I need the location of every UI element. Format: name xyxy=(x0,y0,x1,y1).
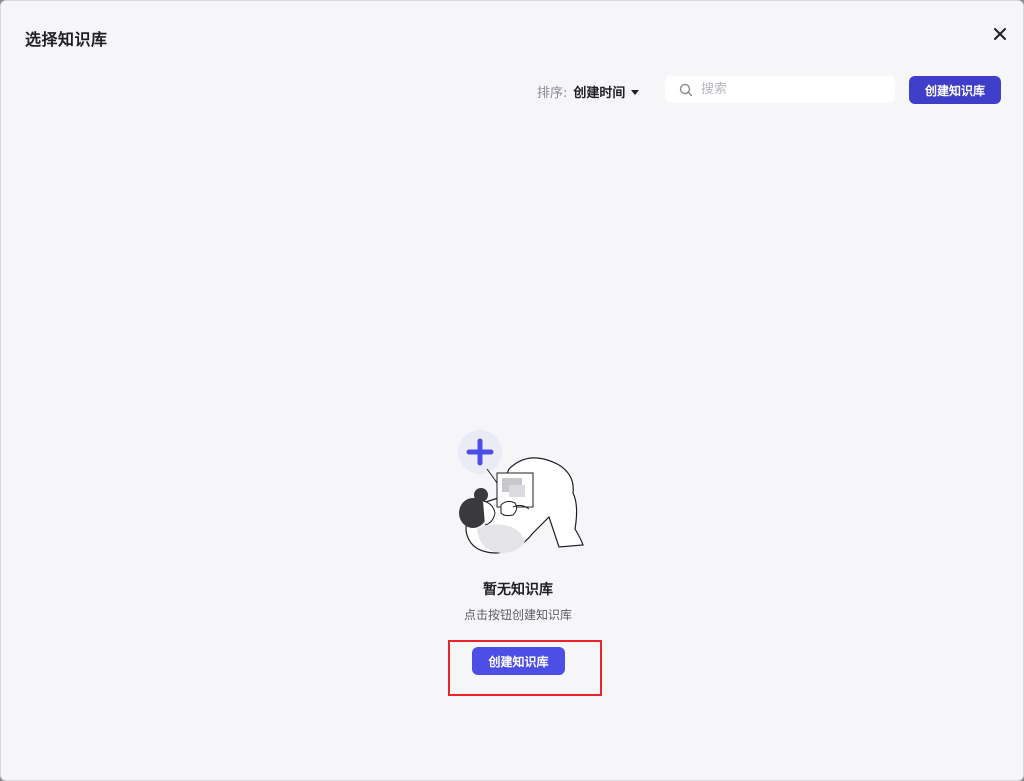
close-button[interactable] xyxy=(991,25,1009,43)
empty-state-subtitle: 点击按钮创建知识库 xyxy=(463,608,572,622)
create-knowledge-base-button-top[interactable]: 创建知识库 xyxy=(909,76,1001,104)
plus-icon xyxy=(458,430,502,474)
select-knowledge-base-dialog: 选择知识库 排序: 创建时间 创建知识库 xyxy=(0,0,1024,781)
search-icon xyxy=(679,83,693,96)
empty-state-title: 暂无知识库 xyxy=(483,582,553,598)
empty-knowledge-base-illustration xyxy=(458,430,584,554)
sort-dropdown[interactable]: 创建时间 xyxy=(573,82,640,101)
search-box[interactable] xyxy=(665,76,895,103)
sort-label: 排序: xyxy=(537,86,568,101)
sort-control: 排序: 创建时间 xyxy=(537,82,640,101)
sort-value: 创建时间 xyxy=(573,86,626,101)
highlight-annotation-box xyxy=(448,640,602,696)
close-icon xyxy=(994,28,1006,40)
caret-down-icon xyxy=(631,89,640,95)
search-input[interactable] xyxy=(699,81,883,98)
dialog-title: 选择知识库 xyxy=(25,30,108,49)
